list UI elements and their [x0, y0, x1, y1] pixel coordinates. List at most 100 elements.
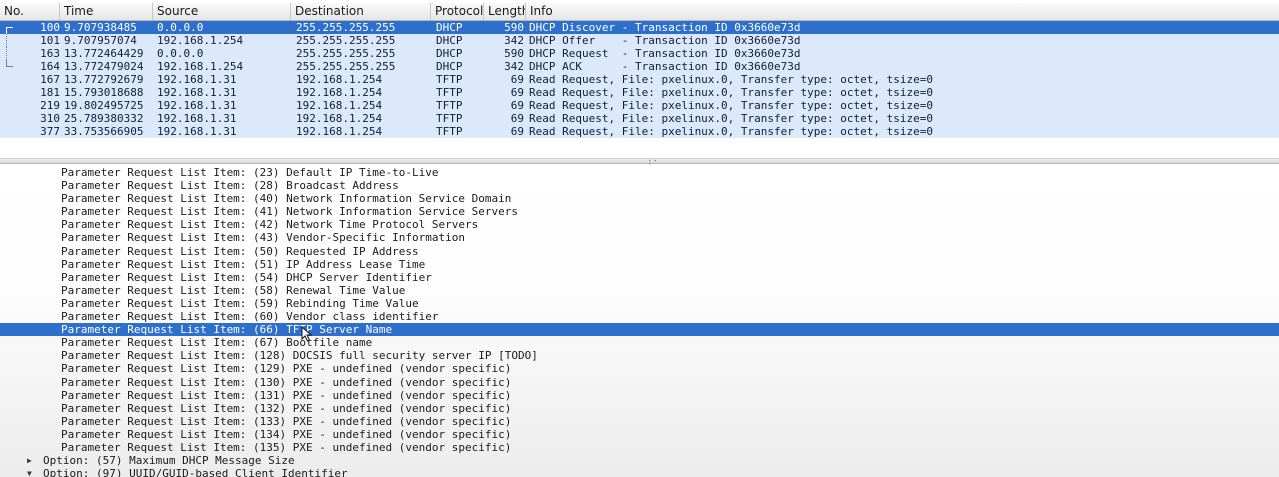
packet-row[interactable]: 377 33.753566905 192.168.1.31 192.168.1.254…: [0, 125, 1279, 138]
packet-row[interactable]: 181 15.793018688 192.168.1.31 192.168.1.254…: [0, 86, 1279, 99]
packet-cell-num: 310: [40, 112, 60, 125]
packet-cell-src: 192.168.1.31: [157, 86, 237, 99]
packet-cell-info: Read Request, File: pxelinux.0, Transfer…: [529, 99, 933, 112]
packet-cell-len: 342: [504, 34, 524, 47]
packet-cell-time: 13.772792679: [64, 73, 144, 86]
detail-option-label: Option: (57) Maximum DHCP Message Size: [43, 454, 295, 468]
packet-cell-src: 192.168.1.31: [157, 99, 237, 112]
column-header-length[interactable]: Length: [484, 3, 526, 20]
packet-cell-src: 192.168.1.31: [157, 125, 237, 138]
packet-row[interactable]: 101 9.707957074 192.168.1.254 255.255.255.2…: [0, 34, 1279, 47]
detail-line[interactable]: Parameter Request List Item: (130) PXE -…: [0, 376, 1279, 389]
packet-cell-num: 100: [40, 21, 60, 34]
detail-line[interactable]: Parameter Request List Item: (43) Vendor…: [0, 231, 1279, 244]
detail-option[interactable]: ▶ Option: (57) Maximum DHCP Message Size: [0, 454, 1279, 467]
packet-cell-num: 167: [40, 73, 60, 86]
detail-line[interactable]: Parameter Request List Item: (40) Networ…: [0, 192, 1279, 205]
packet-cell-num: 101: [40, 34, 60, 47]
packet-cell-proto: DHCP: [436, 47, 463, 60]
conversation-bracket-icon: [6, 47, 13, 60]
packet-cell-proto: DHCP: [436, 60, 463, 73]
packet-list-header: No. Time Source Destination Protocol Len…: [0, 3, 1279, 21]
detail-line[interactable]: Parameter Request List Item: (41) Networ…: [0, 205, 1279, 218]
detail-line[interactable]: Parameter Request List Item: (23) Defaul…: [0, 166, 1279, 179]
packet-list-pane[interactable]: No. Time Source Destination Protocol Len…: [0, 0, 1279, 158]
packet-cell-time: 25.789380332: [64, 112, 144, 125]
packet-cell-info: DHCP Offer - Transaction ID 0x3660e73d: [529, 34, 801, 47]
detail-line[interactable]: Parameter Request List Item: (135) PXE -…: [0, 441, 1279, 454]
packet-cell-num: 164: [40, 60, 60, 73]
packet-cell-dst: 255.255.255.255: [296, 21, 396, 34]
packet-cell-dst: 255.255.255.255: [296, 34, 396, 47]
detail-line[interactable]: Parameter Request List Item: (134) PXE -…: [0, 428, 1279, 441]
conversation-bracket-icon: [6, 60, 13, 67]
packet-cell-info: DHCP ACK - Transaction ID 0x3660e73d: [529, 60, 801, 73]
packet-list-rows: 100 9.707938485 0.0.0.0 255.255.255.255 DHCP…: [0, 21, 1279, 138]
packet-row[interactable]: 164 13.772479024 192.168.1.254 255.255.255.…: [0, 60, 1279, 73]
packet-cell-proto: DHCP: [436, 21, 463, 34]
packet-cell-len: 590: [504, 47, 524, 60]
column-header-protocol[interactable]: Protocol: [431, 3, 484, 20]
column-header-time[interactable]: Time: [60, 3, 153, 20]
packet-row[interactable]: 100 9.707938485 0.0.0.0 255.255.255.255 DHCP…: [0, 21, 1279, 35]
detail-line[interactable]: Parameter Request List Item: (131) PXE -…: [0, 389, 1279, 402]
detail-option[interactable]: ▼ Option: (97) UUID/GUID-based Client Ide…: [0, 467, 1279, 477]
detail-option-label: Option: (97) UUID/GUID-based Client Iden…: [43, 467, 348, 477]
detail-line[interactable]: Parameter Request List Item: (58) Renewa…: [0, 284, 1279, 297]
triangle-right-icon[interactable]: ▶: [27, 454, 37, 467]
packet-cell-time: 9.707938485: [64, 21, 137, 34]
detail-line[interactable]: Parameter Request List Item: (54) DHCP S…: [0, 271, 1279, 284]
packet-cell-src: 192.168.1.31: [157, 73, 237, 86]
detail-line[interactable]: Parameter Request List Item: (28) Broadc…: [0, 179, 1279, 192]
packet-cell-num: 377: [40, 125, 60, 138]
packet-cell-time: 33.753566905: [64, 125, 144, 138]
packet-cell-dst: 192.168.1.254: [296, 73, 383, 86]
packet-cell-dst: 192.168.1.254: [296, 112, 383, 125]
packet-cell-src: 192.168.1.31: [157, 112, 237, 125]
packet-row[interactable]: 310 25.789380332 192.168.1.31 192.168.1.254…: [0, 112, 1279, 125]
packet-cell-num: 181: [40, 86, 60, 99]
packet-cell-dst: 192.168.1.254: [296, 125, 383, 138]
packet-cell-src: 0.0.0.0: [157, 21, 204, 34]
packet-cell-time: 13.772479024: [64, 60, 144, 73]
packet-cell-info: Read Request, File: pxelinux.0, Transfer…: [529, 86, 933, 99]
detail-line[interactable]: Parameter Request List Item: (133) PXE -…: [0, 415, 1279, 428]
pane-splitter[interactable]: • • •: [0, 158, 1279, 168]
packet-cell-len: 69: [510, 125, 524, 138]
conversation-bracket-icon: [6, 34, 13, 47]
packet-cell-len: 342: [504, 60, 524, 73]
detail-line[interactable]: Parameter Request List Item: (59) Rebind…: [0, 297, 1279, 310]
packet-cell-len: 69: [510, 112, 524, 125]
detail-line[interactable]: Parameter Request List Item: (128) DOCSI…: [0, 349, 1279, 362]
packet-cell-dst: 255.255.255.255: [296, 47, 396, 60]
detail-line[interactable]: Parameter Request List Item: (50) Reques…: [0, 245, 1279, 258]
packet-cell-dst: 255.255.255.255: [296, 60, 396, 73]
packet-details-pane[interactable]: Parameter Request List Item: (23) Defaul…: [0, 166, 1279, 477]
packet-cell-info: Read Request, File: pxelinux.0, Transfer…: [529, 112, 933, 125]
detail-line[interactable]: Parameter Request List Item: (60) Vendor…: [0, 310, 1279, 323]
detail-line[interactable]: Parameter Request List Item: (42) Networ…: [0, 218, 1279, 231]
packet-row[interactable]: 163 13.772464429 0.0.0.0 255.255.255.255 DHC…: [0, 47, 1279, 60]
column-header-destination[interactable]: Destination: [291, 3, 431, 20]
packet-cell-proto: TFTP: [436, 112, 463, 125]
packet-cell-time: 15.793018688: [64, 86, 144, 99]
packet-cell-len: 69: [510, 86, 524, 99]
column-header-info[interactable]: Info: [526, 3, 1279, 20]
triangle-down-icon[interactable]: ▼: [27, 467, 37, 477]
packet-cell-dst: 192.168.1.254: [296, 99, 383, 112]
column-header-no[interactable]: No.: [0, 3, 60, 20]
packet-cell-info: DHCP Request - Transaction ID 0x3660e73d: [529, 47, 801, 60]
detail-line[interactable]: Parameter Request List Item: (51) IP Add…: [0, 258, 1279, 271]
packet-cell-info: Read Request, File: pxelinux.0, Transfer…: [529, 125, 933, 138]
packet-cell-proto: TFTP: [436, 125, 463, 138]
detail-line[interactable]: Parameter Request List Item: (66) TFTP S…: [0, 323, 1279, 337]
detail-line[interactable]: Parameter Request List Item: (132) PXE -…: [0, 402, 1279, 415]
detail-line[interactable]: Parameter Request List Item: (129) PXE -…: [0, 362, 1279, 375]
packet-row[interactable]: 167 13.772792679 192.168.1.31 192.168.1.254…: [0, 73, 1279, 86]
packet-cell-len: 590: [504, 21, 524, 34]
detail-line[interactable]: Parameter Request List Item: (67) Bootfi…: [0, 336, 1279, 349]
packet-cell-time: 9.707957074: [64, 34, 137, 47]
packet-cell-dst: 192.168.1.254: [296, 86, 383, 99]
column-header-source[interactable]: Source: [153, 3, 291, 20]
packet-row[interactable]: 219 19.802495725 192.168.1.31 192.168.1.254…: [0, 99, 1279, 112]
